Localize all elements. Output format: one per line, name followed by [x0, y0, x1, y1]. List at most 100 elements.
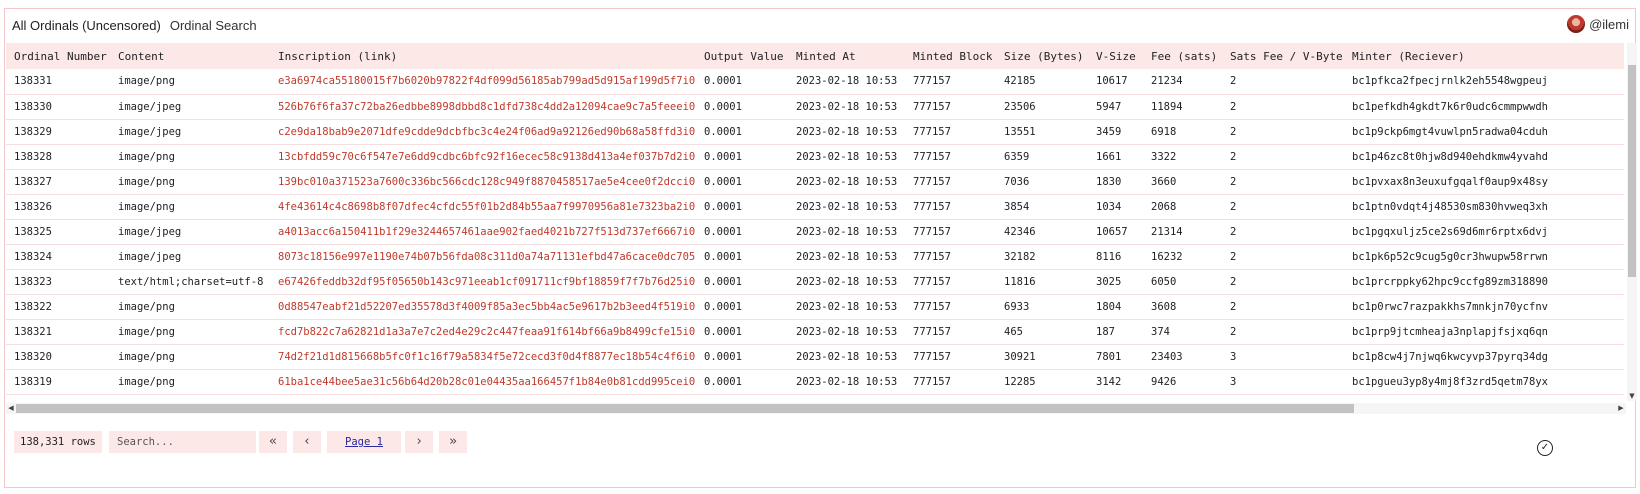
table-body: 138331 image/png e3a6974ca55180015f7b6020b… [6, 69, 1624, 395]
cell-minted-block: 777157 [905, 194, 996, 220]
cell-inscription-link[interactable]: 526b76f6fa37c72ba26edbbe8998dbbd8c1dfd73… [270, 94, 696, 120]
cell-v-size: 3142 [1088, 369, 1143, 395]
cell-size-bytes: 7036 [996, 169, 1088, 195]
cell-v-size: 3459 [1088, 119, 1143, 145]
ordinals-panel: All Ordinals (Uncensored) Ordinal Search… [4, 8, 1637, 488]
table-row: 138321 image/png fcd7b822c7a62821d1a3a7e7c… [6, 319, 1624, 345]
cell-fee-sats: 9426 [1143, 369, 1222, 395]
cell-fee-sats: 23403 [1143, 344, 1222, 370]
cell-minted-block: 777157 [905, 219, 996, 245]
column-header-sats-fee-per-vbyte[interactable]: Sats Fee / V-Byte [1222, 43, 1344, 69]
cell-content: image/png [110, 344, 270, 370]
cell-fee-sats: 3660 [1143, 169, 1222, 195]
username[interactable]: @ilemi [1589, 17, 1629, 32]
search-input[interactable] [109, 431, 256, 453]
chevron-down-icon[interactable]: ▼ [1627, 391, 1637, 401]
column-header-ordinal-number[interactable]: Ordinal Number [6, 43, 110, 69]
cell-ordinal-number: 138321 [6, 319, 110, 345]
cell-inscription-link[interactable]: 13cbfdd59c70c6f547e7e6dd9cdbc6bfc92f16ec… [270, 144, 696, 170]
cell-fee-sats: 21234 [1143, 69, 1222, 95]
table-row: 138325 image/jpeg a4013acc6a150411b1f29e32… [6, 219, 1624, 245]
vertical-scrollbar[interactable]: ▼ [1627, 43, 1637, 401]
cell-minted-block: 777157 [905, 69, 996, 95]
first-page-button[interactable]: « [259, 431, 287, 453]
page-indicator-link[interactable]: Page 1 [327, 431, 401, 453]
column-header-v-size[interactable]: V-Size [1088, 43, 1143, 69]
table-footer: 138,331 rows « ‹ Page 1 › » [5, 429, 1635, 455]
check-circle-icon[interactable]: ✓ [1537, 440, 1553, 456]
column-header-fee-sats[interactable]: Fee (sats) [1143, 43, 1222, 69]
cell-minted-block: 777157 [905, 369, 996, 395]
cell-content: image/jpeg [110, 119, 270, 145]
cell-inscription-link[interactable]: c2e9da18bab9e2071dfe9cdde9dcbfbc3c4e24f0… [270, 119, 696, 145]
cell-content: image/jpeg [110, 219, 270, 245]
avatar-icon[interactable] [1567, 15, 1586, 33]
table-row: 138330 image/jpeg 526b76f6fa37c72ba26edbbe… [6, 94, 1624, 120]
cell-minter-receiver: bc1pgueu3yp8y4mj8f3zrd5qetm78yx [1344, 369, 1624, 395]
column-header-inscription-link[interactable]: Inscription (link) [270, 43, 696, 69]
cell-minted-block: 777157 [905, 294, 996, 320]
cell-inscription-link[interactable]: 139bc010a371523a7600c336bc566cdc128c949f… [270, 169, 696, 195]
cell-output-value: 0.0001 [696, 169, 788, 195]
last-page-button[interactable]: » [439, 431, 467, 453]
page-title: All Ordinals (Uncensored) [12, 17, 161, 33]
chevron-left-icon[interactable]: ◀ [6, 403, 16, 414]
ordinals-table: Ordinal Number Content Inscription (link) O… [6, 43, 1624, 395]
cell-minted-at: 2023-02-18 10:53 [788, 344, 905, 370]
cell-inscription-link[interactable]: 61ba1ce44bee5ae31c56b64d20b28c01e04435aa… [270, 369, 696, 395]
cell-ordinal-number: 138319 [6, 369, 110, 395]
chevron-right-icon[interactable]: ▶ [1616, 403, 1626, 414]
cell-content: image/jpeg [110, 94, 270, 120]
cell-content: image/jpeg [110, 244, 270, 270]
cell-minted-block: 777157 [905, 144, 996, 170]
horizontal-scroll-thumb[interactable] [16, 404, 1354, 413]
cell-minted-at: 2023-02-18 10:53 [788, 244, 905, 270]
cell-sats-fee-per-vbyte: 2 [1222, 144, 1344, 170]
cell-minter-receiver: bc1p46zc8t0hjw8d940ehdkmw4yvahd [1344, 144, 1624, 170]
rows-count: 138,331 rows [14, 431, 102, 453]
cell-inscription-link[interactable]: 4fe43614c4c8698b8f07dfec4cfdc55f01b2d84b… [270, 194, 696, 220]
next-page-button[interactable]: › [405, 431, 433, 453]
cell-fee-sats: 16232 [1143, 244, 1222, 270]
prev-page-button[interactable]: ‹ [293, 431, 321, 453]
cell-size-bytes: 13551 [996, 119, 1088, 145]
cell-sats-fee-per-vbyte: 2 [1222, 319, 1344, 345]
column-header-minted-at[interactable]: Minted At [788, 43, 905, 69]
cell-minted-at: 2023-02-18 10:53 [788, 219, 905, 245]
cell-minted-block: 777157 [905, 269, 996, 295]
table-row: 138319 image/png 61ba1ce44bee5ae31c56b64d2… [6, 369, 1624, 395]
cell-sats-fee-per-vbyte: 3 [1222, 369, 1344, 395]
horizontal-scrollbar[interactable]: ◀ ▶ [6, 403, 1626, 414]
cell-minted-block: 777157 [905, 344, 996, 370]
cell-minted-at: 2023-02-18 10:53 [788, 119, 905, 145]
user-badge[interactable]: @ilemi [1567, 15, 1629, 33]
column-header-size-bytes[interactable]: Size (Bytes) [996, 43, 1088, 69]
cell-inscription-link[interactable]: 8073c18156e997e1190e74b07b56fda08c311d0a… [270, 244, 696, 270]
cell-fee-sats: 11894 [1143, 94, 1222, 120]
cell-size-bytes: 6933 [996, 294, 1088, 320]
vertical-scroll-thumb[interactable] [1628, 65, 1636, 277]
cell-v-size: 10617 [1088, 69, 1143, 95]
cell-inscription-link[interactable]: e3a6974ca55180015f7b6020b97822f4df099d56… [270, 69, 696, 95]
cell-minted-block: 777157 [905, 94, 996, 120]
cell-inscription-link[interactable]: 0d88547eabf21d52207ed35578d3f4009f85a3ec… [270, 294, 696, 320]
cell-inscription-link[interactable]: e67426feddb32df95f05650b143c971eeab1cf09… [270, 269, 696, 295]
column-header-minted-block[interactable]: Minted Block [905, 43, 996, 69]
cell-minted-block: 777157 [905, 119, 996, 145]
table-row: 138328 image/png 13cbfdd59c70c6f547e7e6dd9… [6, 144, 1624, 170]
cell-content: text/html;charset=utf-8 [110, 269, 270, 295]
cell-minter-receiver: bc1pvxax8n3euxufgqalf0aup9x48sy [1344, 169, 1624, 195]
column-header-output-value[interactable]: Output Value [696, 43, 788, 69]
cell-size-bytes: 3854 [996, 194, 1088, 220]
cell-output-value: 0.0001 [696, 94, 788, 120]
cell-inscription-link[interactable]: fcd7b822c7a62821d1a3a7e7c2ed4e29c2c447fe… [270, 319, 696, 345]
column-header-minter-receiver[interactable]: Minter (Reciever) [1344, 43, 1624, 69]
cell-minted-at: 2023-02-18 10:53 [788, 144, 905, 170]
cell-inscription-link[interactable]: a4013acc6a150411b1f29e3244657461aae902fa… [270, 219, 696, 245]
cell-v-size: 8116 [1088, 244, 1143, 270]
cell-inscription-link[interactable]: 74d2f21d1d815668b5fc0f1c16f79a5834f5e72c… [270, 344, 696, 370]
cell-ordinal-number: 138329 [6, 119, 110, 145]
cell-output-value: 0.0001 [696, 244, 788, 270]
cell-minter-receiver: bc1p8cw4j7njwq6kwcyvp37pyrq34dg [1344, 344, 1624, 370]
column-header-content[interactable]: Content [110, 43, 270, 69]
